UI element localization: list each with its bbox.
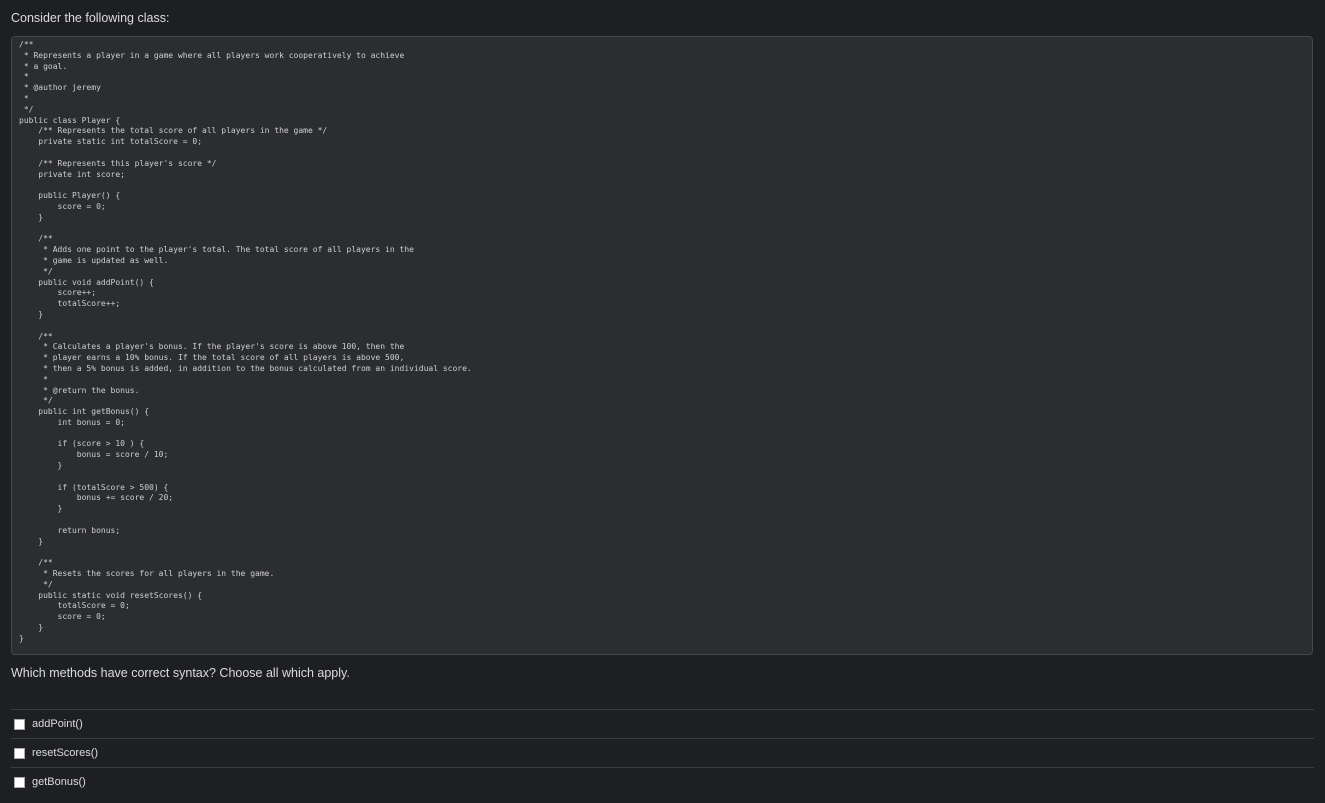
option-label: addPoint()	[32, 718, 83, 730]
option-resetscores[interactable]: resetScores()	[11, 738, 1314, 767]
answer-options: addPoint() resetScores() getBonus()	[11, 709, 1314, 796]
code-block: /** * Represents a player in a game wher…	[11, 36, 1313, 655]
checkbox[interactable]	[14, 747, 25, 759]
java-class-code: /** * Represents a player in a game wher…	[19, 40, 472, 643]
question-prompt: Which methods have correct syntax? Choos…	[11, 666, 350, 680]
option-getbonus[interactable]: getBonus()	[11, 767, 1314, 796]
checkbox[interactable]	[14, 776, 25, 788]
option-label: getBonus()	[32, 776, 86, 788]
option-label: resetScores()	[32, 747, 99, 759]
checkbox[interactable]	[14, 718, 25, 730]
question-intro: Consider the following class:	[11, 11, 170, 25]
option-addpoint[interactable]: addPoint()	[11, 709, 1314, 738]
